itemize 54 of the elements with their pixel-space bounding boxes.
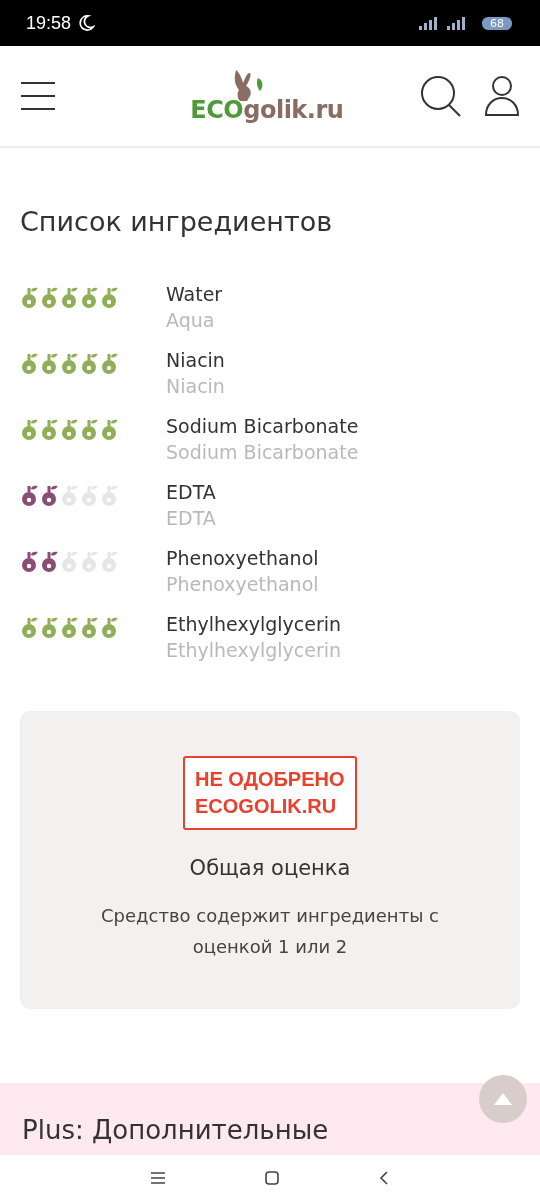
apple-icon: [40, 353, 58, 375]
apple-icon: [100, 617, 118, 639]
user-icon[interactable]: [484, 75, 520, 117]
inci-name: Phenoxyethanol: [166, 572, 319, 597]
inci-name: Niacin: [166, 374, 225, 399]
moon-icon: [77, 14, 96, 32]
signal-icon: [418, 16, 440, 30]
apple-icon: [100, 485, 118, 507]
ingredient-name[interactable]: Sodium Bicarbonate: [166, 413, 359, 439]
apple-icon: [80, 287, 98, 309]
up-arrow-icon: [494, 1093, 512, 1105]
inci-name: Sodium Bicarbonate: [166, 440, 359, 465]
verdict-title: Общая оценка: [189, 856, 351, 880]
back-icon[interactable]: [379, 1170, 389, 1185]
logo[interactable]: ECOgolik.ru: [190, 96, 344, 124]
clock: 19:58: [26, 12, 72, 34]
ingredient-name[interactable]: Phenoxyethanol: [166, 545, 319, 571]
ingredient-name[interactable]: Niacin: [166, 347, 225, 373]
stamp-text: НЕ ОДОБРЕНО: [195, 767, 345, 792]
apple-icon: [60, 617, 78, 639]
stamp-text: ECOGOLIK.RU: [195, 794, 338, 819]
apple-icon: [60, 353, 78, 375]
battery-level: 68: [482, 16, 512, 30]
ingredient-name[interactable]: Ethylhexylglycerin: [166, 611, 342, 637]
apple-icon: [60, 287, 78, 309]
search-icon[interactable]: [420, 75, 462, 117]
apple-icon: [80, 551, 98, 573]
home-icon[interactable]: [265, 1170, 279, 1185]
apple-icon: [60, 419, 78, 441]
apple-icon: [40, 485, 58, 507]
signal-icon: [446, 16, 468, 30]
inci-name: Ethylhexylglycerin: [166, 638, 342, 663]
apple-icon: [40, 419, 58, 441]
ingredient-name[interactable]: Water: [166, 281, 223, 307]
verdict-text: Средство содержит ингредиенты с оценкой 1 или 2: [100, 904, 440, 959]
apple-icon: [100, 287, 118, 309]
inci-name: EDTA: [166, 506, 216, 531]
apple-icon: [80, 617, 98, 639]
menu-icon[interactable]: [20, 81, 56, 111]
apple-icon: [80, 485, 98, 507]
apple-icon: [60, 551, 78, 573]
apple-icon: [40, 617, 58, 639]
apple-icon: [80, 353, 98, 375]
section-title: Plus: Дополнительные: [22, 1114, 329, 1147]
apple-icon: [60, 485, 78, 507]
section-title: Список ингредиентов: [20, 206, 334, 237]
apple-icon: [100, 419, 118, 441]
apple-icon: [80, 419, 98, 441]
apple-icon: [40, 287, 58, 309]
apple-icon: [100, 353, 118, 375]
ingredient-name[interactable]: EDTA: [166, 479, 216, 505]
apple-icon: [100, 551, 118, 573]
apple-icon: [40, 551, 58, 573]
inci-name: Aqua: [166, 308, 216, 333]
